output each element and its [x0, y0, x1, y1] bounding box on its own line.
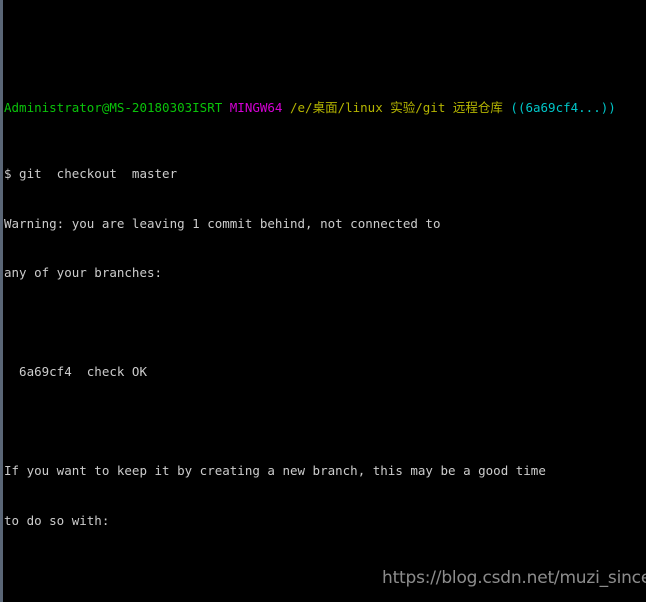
output-keep-line1: If you want to keep it by creating a new… — [4, 463, 546, 478]
prompt-line: Administrator@MS-20180303ISRT MINGW64 /e… — [4, 100, 646, 117]
command-checkout[interactable]: $ git checkout master — [4, 166, 646, 183]
output-keep-line2: to do so with: — [4, 512, 110, 528]
prompt-path: /e/桌面/linux 实验/git 远程仓库 — [290, 100, 503, 115]
output-warning-line1: Warning: you are leaving 1 commit behind… — [4, 215, 441, 231]
prompt-user-host: Administrator@MS-20180303ISRT — [4, 100, 223, 115]
terminal-window[interactable]: Administrator@MS-20180303ISRT MINGW64 /e… — [0, 0, 646, 602]
prompt-shell: MINGW64 — [229, 100, 283, 115]
output-commit-line: 6a69cf4 check OK — [4, 364, 147, 379]
window-left-gutter — [0, 0, 3, 602]
output-warning-line2: any of your branches: — [4, 265, 163, 280]
prompt-branch: ((6a69cf4...)) — [510, 100, 616, 115]
